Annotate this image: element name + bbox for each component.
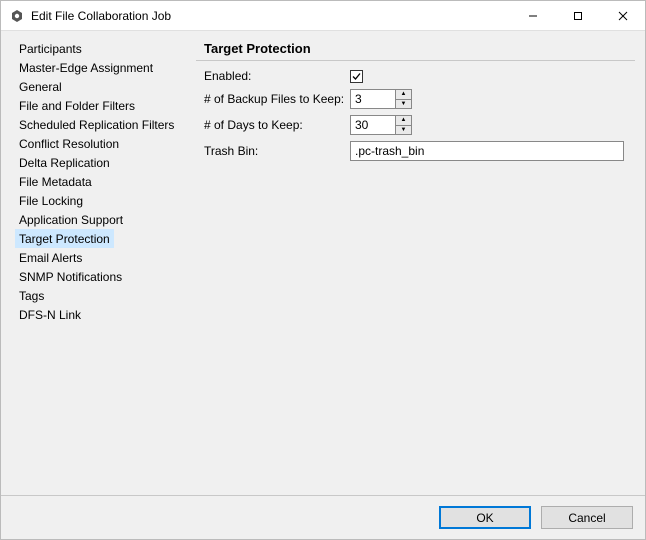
row-trash: Trash Bin:	[204, 141, 635, 161]
sidebar-item[interactable]: General	[15, 77, 66, 96]
window-title: Edit File Collaboration Job	[31, 9, 510, 23]
backup-files-input[interactable]	[350, 89, 396, 109]
sidebar-item[interactable]: Master-Edge Assignment	[15, 58, 157, 77]
panel-divider	[196, 60, 635, 61]
sidebar-item[interactable]: Participants	[15, 39, 86, 58]
backup-files-label: # of Backup Files to Keep:	[204, 92, 350, 106]
sidebar-item[interactable]: DFS-N Link	[15, 305, 85, 324]
sidebar-item[interactable]: Delta Replication	[15, 153, 114, 172]
days-spin-down[interactable]: ▼	[396, 125, 411, 135]
titlebar: Edit File Collaboration Job	[1, 1, 645, 31]
days-label: # of Days to Keep:	[204, 118, 350, 132]
days-spin-up[interactable]: ▲	[396, 116, 411, 125]
days-input[interactable]	[350, 115, 396, 135]
row-backup-files: # of Backup Files to Keep: ▲ ▼	[204, 89, 635, 109]
row-enabled: Enabled:	[204, 69, 635, 83]
sidebar-item[interactable]: File and Folder Filters	[15, 96, 139, 115]
backup-files-spin-buttons: ▲ ▼	[396, 89, 412, 109]
cancel-button-label: Cancel	[568, 511, 605, 525]
sidebar-item[interactable]: Tags	[15, 286, 48, 305]
backup-files-spin-up[interactable]: ▲	[396, 90, 411, 99]
sidebar-item[interactable]: Conflict Resolution	[15, 134, 123, 153]
trash-input[interactable]	[350, 141, 624, 161]
backup-files-spinner: ▲ ▼	[350, 89, 412, 109]
trash-label: Trash Bin:	[204, 144, 350, 158]
sidebar-item[interactable]: File Metadata	[15, 172, 96, 191]
sidebar-item[interactable]: Email Alerts	[15, 248, 86, 267]
sidebar-item[interactable]: Target Protection	[15, 229, 114, 248]
form: Enabled: # of Backup Files to Keep: ▲ ▼	[196, 69, 635, 167]
sidebar: ParticipantsMaster-Edge AssignmentGenera…	[1, 35, 196, 495]
sidebar-item[interactable]: SNMP Notifications	[15, 267, 126, 286]
dialog-window: Edit File Collaboration Job Participants…	[0, 0, 646, 540]
dialog-footer: OK Cancel	[1, 495, 645, 539]
minimize-button[interactable]	[510, 1, 555, 30]
window-controls	[510, 1, 645, 30]
days-spin-buttons: ▲ ▼	[396, 115, 412, 135]
backup-files-spin-down[interactable]: ▼	[396, 99, 411, 109]
panel-title: Target Protection	[196, 35, 635, 60]
enabled-checkbox[interactable]	[350, 70, 363, 83]
app-icon	[9, 8, 25, 24]
dialog-body: ParticipantsMaster-Edge AssignmentGenera…	[1, 31, 645, 495]
sidebar-item[interactable]: Scheduled Replication Filters	[15, 115, 178, 134]
enabled-label: Enabled:	[204, 69, 350, 83]
ok-button-label: OK	[476, 511, 493, 525]
main-panel: Target Protection Enabled: # of Backup F…	[196, 35, 645, 495]
maximize-button[interactable]	[555, 1, 600, 30]
row-days: # of Days to Keep: ▲ ▼	[204, 115, 635, 135]
close-button[interactable]	[600, 1, 645, 30]
ok-button[interactable]: OK	[439, 506, 531, 529]
sidebar-item[interactable]: File Locking	[15, 191, 87, 210]
cancel-button[interactable]: Cancel	[541, 506, 633, 529]
sidebar-item[interactable]: Application Support	[15, 210, 127, 229]
days-spinner: ▲ ▼	[350, 115, 412, 135]
